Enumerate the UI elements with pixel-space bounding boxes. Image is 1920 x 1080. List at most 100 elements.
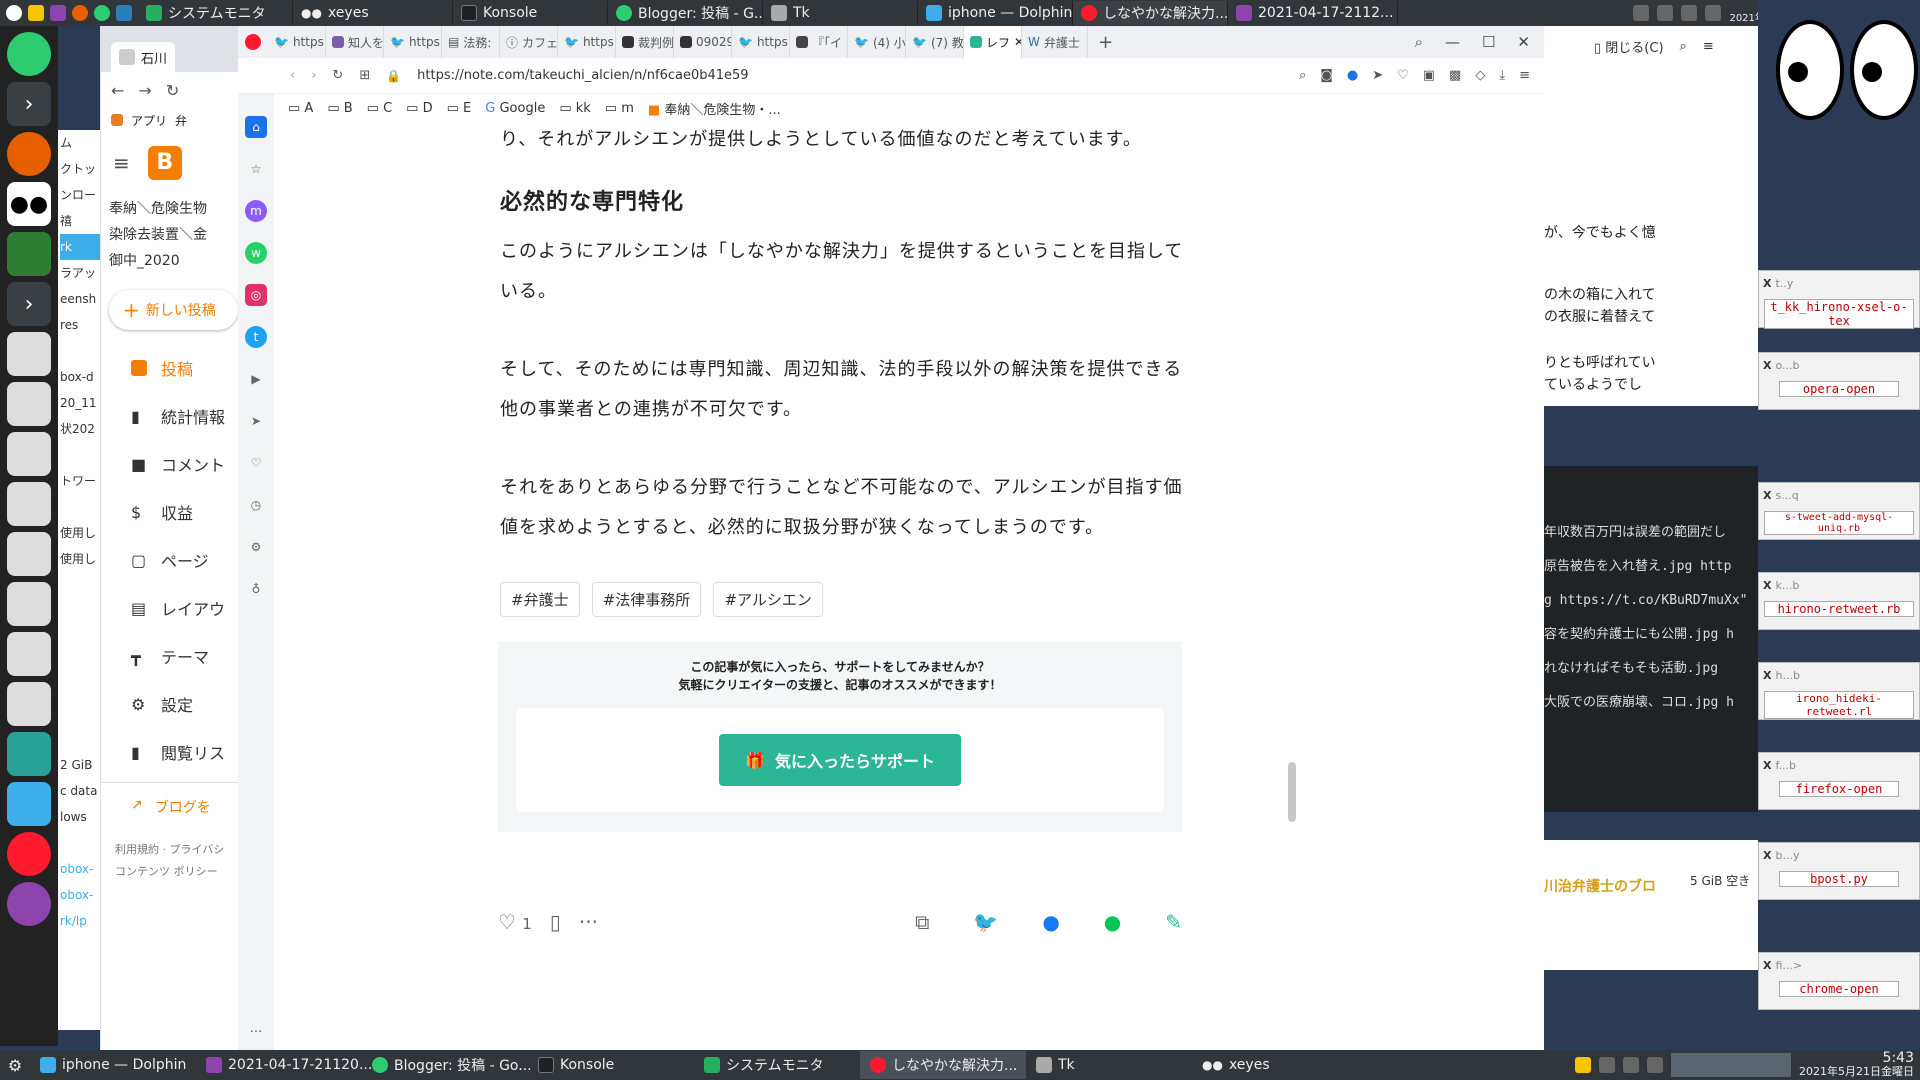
menu-icon[interactable]: ≡: [1519, 68, 1530, 83]
app-icon[interactable]: [7, 732, 51, 776]
clock[interactable]: 5:43 2021年5月21日金曜日: [1799, 1051, 1914, 1078]
window-icon[interactable]: [7, 432, 51, 476]
window-icon[interactable]: [7, 482, 51, 526]
bookmark-folder[interactable]: ▭ C: [367, 101, 393, 116]
x-icon[interactable]: X: [1763, 669, 1771, 682]
monitor-icon[interactable]: [7, 232, 51, 276]
script-button[interactable]: irono_hideki-retweet.rl: [1764, 691, 1914, 719]
chrome-icon[interactable]: [7, 32, 51, 76]
x-icon[interactable]: X: [1763, 489, 1771, 502]
script-button[interactable]: chrome-open: [1779, 981, 1899, 997]
task-dolphin[interactable]: iphone — Dolphin: [918, 1, 1073, 25]
terminal-icon[interactable]: ›: [7, 82, 51, 126]
x-icon[interactable]: X: [1763, 579, 1771, 592]
messenger-icon[interactable]: m: [245, 200, 267, 222]
tray-icon[interactable]: [1657, 5, 1674, 21]
app-launcher-icon[interactable]: ⚙: [0, 1056, 30, 1075]
menu-comments[interactable]: ■ コメント: [101, 440, 238, 488]
lock-icon[interactable]: 🔒: [386, 69, 401, 83]
opera-logo-icon[interactable]: [238, 34, 268, 50]
tiles-icon[interactable]: ⊞: [359, 68, 370, 83]
more-icon[interactable]: ···: [238, 1025, 274, 1040]
tab[interactable]: 🐦 https:: [384, 26, 442, 58]
menu-settings[interactable]: ⚙ 設定: [101, 680, 238, 728]
script-button[interactable]: t_kk_hirono-xsel-o-tex: [1764, 299, 1914, 329]
bookmark-folder[interactable]: ▭ D: [406, 101, 432, 116]
menu-posts[interactable]: 投稿: [101, 344, 238, 392]
blogger-logo-icon[interactable]: B: [147, 146, 182, 180]
hashtag[interactable]: #弁護士: [500, 582, 580, 617]
tab-active[interactable]: レフ✕: [964, 26, 1022, 58]
footer-link[interactable]: 利用規約 · プライバシ: [115, 839, 238, 861]
twitter-share-icon[interactable]: 🐦: [973, 910, 998, 934]
menu-earnings[interactable]: $ 収益: [101, 488, 238, 536]
menu-icon[interactable]: ≡: [1703, 39, 1714, 54]
task-blogger[interactable]: Blogger: 投稿 - Go...: [362, 1051, 532, 1079]
window-icon[interactable]: [7, 582, 51, 626]
more-icon[interactable]: ···: [579, 910, 598, 934]
new-tab-icon[interactable]: +: [1088, 32, 1123, 53]
heart-icon[interactable]: ♡: [1397, 68, 1409, 83]
close-panel-button[interactable]: ▯ 閉じる(C): [1594, 37, 1664, 56]
x-icon[interactable]: X: [1763, 959, 1771, 972]
magazine-icon[interactable]: ▯: [550, 910, 561, 934]
tab[interactable]: 🐦 https:: [732, 26, 790, 58]
task-dolphin[interactable]: iphone — Dolphin: [30, 1051, 196, 1079]
history-icon[interactable]: ◷: [245, 494, 267, 516]
close-window-icon[interactable]: ✕: [1517, 33, 1530, 51]
firefox-icon[interactable]: [7, 132, 51, 176]
menu-pages[interactable]: ▢ ページ: [101, 536, 238, 584]
volume-icon[interactable]: [1705, 5, 1722, 21]
menu-theme[interactable]: ┳ テーマ: [101, 632, 238, 680]
forward-icon[interactable]: ›: [311, 68, 316, 83]
extension-icon[interactable]: ▣: [1423, 68, 1435, 83]
forward-icon[interactable]: →: [138, 81, 151, 100]
bookmark-folder[interactable]: ▭ m: [605, 101, 634, 116]
tab[interactable]: 🐦 https:: [558, 26, 616, 58]
bookmark[interactable]: アプリ: [131, 112, 167, 129]
window-icon[interactable]: [7, 382, 51, 426]
script-button[interactable]: firefox-open: [1779, 781, 1899, 797]
zoom-icon[interactable]: ⌕: [1299, 68, 1306, 83]
x-icon[interactable]: X: [1763, 849, 1771, 862]
task-system-monitor[interactable]: システムモニタ: [138, 1, 293, 25]
app-menu-icon[interactable]: [6, 5, 22, 21]
search-icon[interactable]: ⌕: [1680, 39, 1687, 54]
copy-icon[interactable]: ⧉: [915, 910, 929, 934]
note-share-icon[interactable]: ✎: [1165, 910, 1182, 934]
star-icon[interactable]: ☆: [245, 158, 267, 180]
blog-item[interactable]: 染除去装置＼金: [101, 222, 238, 248]
new-post-button[interactable]: + 新しい投稿: [109, 290, 238, 330]
task-tk[interactable]: Tk: [763, 1, 918, 25]
window-icon[interactable]: [7, 332, 51, 376]
task-konsole[interactable]: Konsole: [453, 1, 608, 25]
line-share-icon[interactable]: ●: [1104, 910, 1121, 934]
tab[interactable]: ▤ 法務:: [442, 26, 500, 58]
hashtag[interactable]: #法律事務所: [591, 582, 702, 617]
x-icon[interactable]: X: [1763, 277, 1771, 290]
hashtag[interactable]: #アルシエン: [713, 582, 823, 617]
tab[interactable]: ⓘ カフェ: [500, 26, 558, 58]
task-blogger[interactable]: Blogger: 投稿 - G...: [608, 1, 763, 25]
script-button[interactable]: bpost.py: [1779, 871, 1899, 887]
instagram-icon[interactable]: ◎: [245, 284, 267, 306]
window-icon[interactable]: [7, 682, 51, 726]
task-tk[interactable]: Tk: [1026, 1051, 1192, 1079]
back-icon[interactable]: ←: [111, 81, 124, 100]
task-opera[interactable]: しなやかな解決力...: [860, 1051, 1026, 1079]
terminal-icon[interactable]: ›: [7, 282, 51, 326]
bookmark-folder[interactable]: ▭ A: [288, 101, 313, 116]
opera-icon[interactable]: [7, 832, 51, 876]
blog-item[interactable]: 奉納＼危険生物: [101, 196, 238, 222]
hamburger-icon[interactable]: ≡: [113, 151, 130, 175]
support-button[interactable]: 🎁 気に入ったらサポート: [719, 734, 961, 786]
shield-icon[interactable]: ●: [1347, 68, 1358, 83]
volume-icon[interactable]: [1647, 1057, 1663, 1073]
network-icon[interactable]: [1623, 1057, 1639, 1073]
emacs-icon[interactable]: [50, 5, 66, 21]
notes-icon[interactable]: [1575, 1057, 1591, 1073]
reload-icon[interactable]: ↻: [332, 68, 343, 83]
menu-stats[interactable]: ▮ 統計情報: [101, 392, 238, 440]
bookmark-folder[interactable]: ▭ kk: [559, 101, 590, 116]
pager[interactable]: [1671, 1053, 1791, 1077]
